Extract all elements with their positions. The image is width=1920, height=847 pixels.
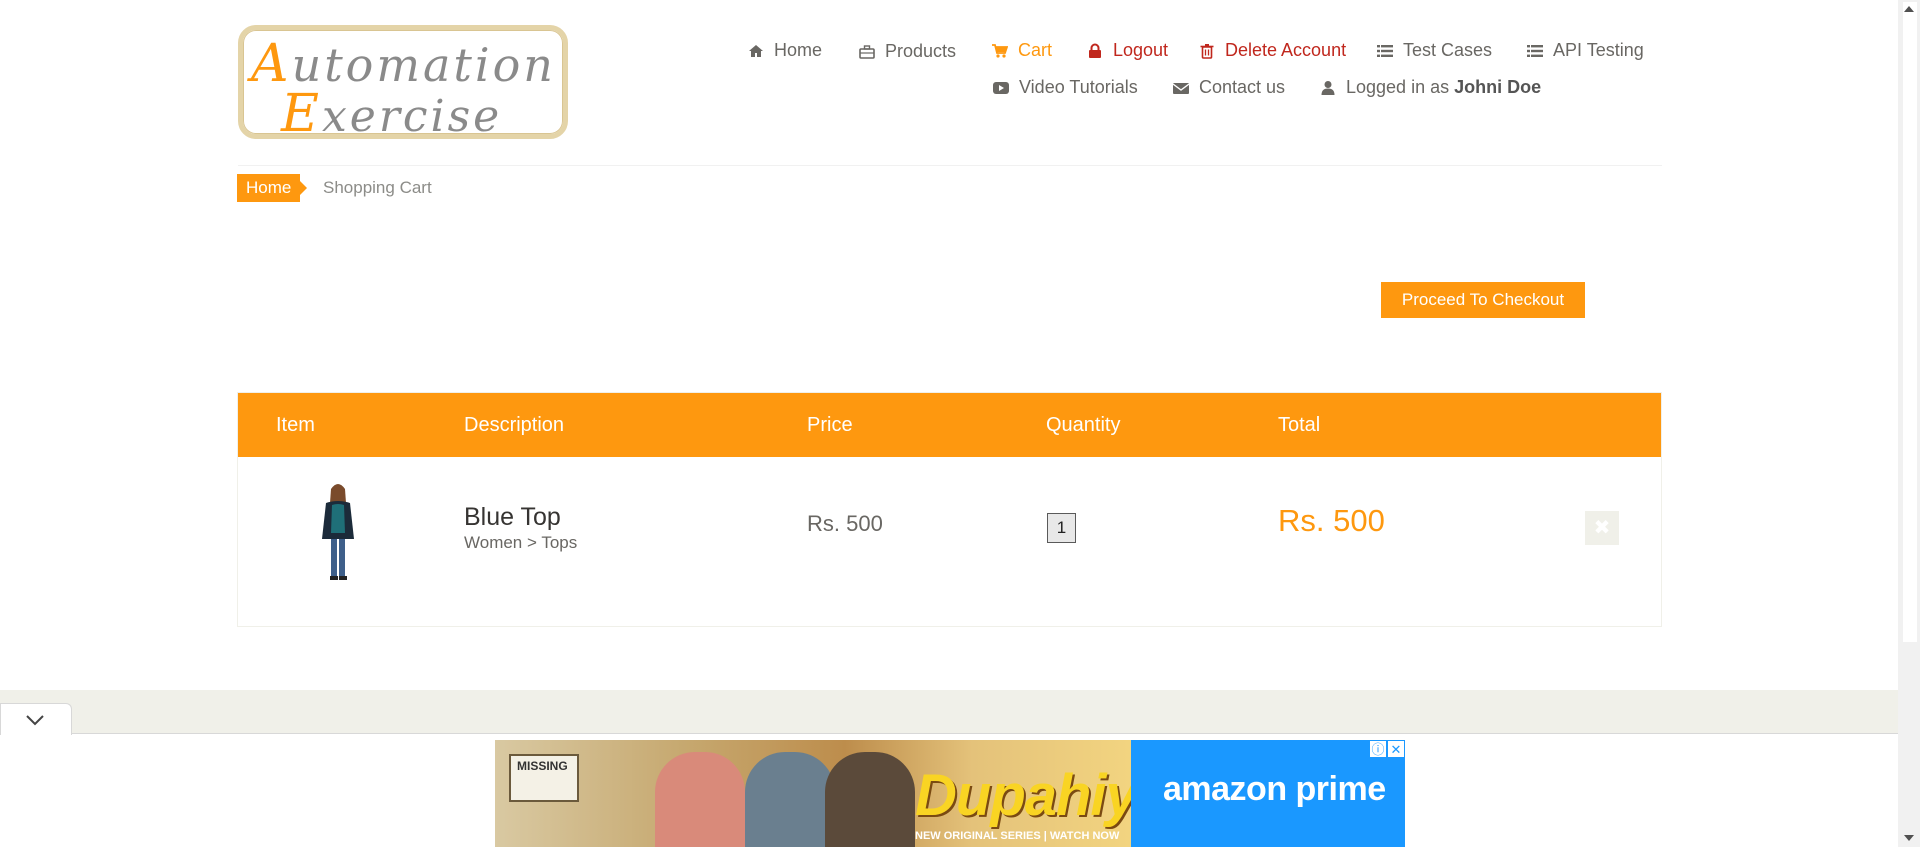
ad-figure-2: [745, 752, 835, 847]
nav-contact-us[interactable]: Contact us: [1173, 77, 1285, 98]
nav-video-tutorials-label: Video Tutorials: [1019, 77, 1138, 97]
list-icon: [1527, 44, 1543, 57]
nav-api-testing[interactable]: API Testing: [1527, 40, 1644, 61]
logged-in-username: Johni Doe: [1454, 77, 1542, 97]
ad-controls: ⓘ ✕: [1369, 740, 1405, 758]
nav-delete-account[interactable]: Delete Account: [1199, 40, 1346, 61]
home-icon: [749, 44, 763, 57]
trash-icon: [1200, 43, 1214, 59]
nav-products[interactable]: Products: [859, 41, 956, 62]
logged-in-prefix: Logged in as: [1346, 77, 1450, 97]
ad-close-icon[interactable]: ✕: [1387, 740, 1405, 758]
remove-item-button[interactable]: ✖: [1585, 511, 1619, 545]
advertisement-banner[interactable]: MISSING DupahiyA NEW ORIGINAL SERIES | W…: [495, 740, 1405, 847]
breadcrumb-home[interactable]: Home: [237, 174, 308, 202]
product-name[interactable]: Blue Top: [464, 503, 561, 532]
logged-in-status: Logged in as Johni Doe: [1320, 77, 1541, 98]
nav-logout[interactable]: Logout: [1087, 40, 1168, 61]
product-total: Rs. 500: [1278, 503, 1385, 538]
nav-cart[interactable]: Cart: [992, 40, 1052, 61]
ad-sign: MISSING: [509, 754, 579, 802]
product-price: Rs. 500: [807, 511, 883, 536]
ad-subtitle: NEW ORIGINAL SERIES | WATCH NOW: [915, 830, 1120, 842]
scrollbar-thumb[interactable]: [1903, 2, 1917, 642]
nav-delete-account-label: Delete Account: [1225, 40, 1347, 60]
nav-contact-us-label: Contact us: [1199, 77, 1286, 97]
header-total: Total: [1278, 414, 1321, 436]
logo-line-1: Automation: [251, 34, 556, 94]
footer-strip: [0, 690, 1898, 736]
youtube-icon: [993, 81, 1009, 94]
ad-collapse-button[interactable]: [0, 703, 72, 735]
briefcase-icon: [859, 44, 875, 59]
page-scrollbar[interactable]: [1898, 0, 1920, 847]
cart-table: Item Description Price Quantity Total Bl…: [237, 392, 1662, 627]
nav-video-tutorials[interactable]: Video Tutorials: [993, 77, 1138, 98]
lock-icon: [1089, 43, 1101, 58]
scroll-down-icon[interactable]: [1904, 835, 1914, 841]
scroll-up-icon[interactable]: [1904, 6, 1914, 12]
times-icon: ✖: [1593, 517, 1611, 539]
ad-brand: amazon prime: [1163, 770, 1386, 808]
list-icon: [1377, 44, 1393, 57]
product-image[interactable]: [308, 481, 368, 581]
header-quantity: Quantity: [1046, 414, 1121, 436]
ad-info-icon[interactable]: ⓘ: [1369, 740, 1387, 758]
nav-products-label: Products: [885, 41, 957, 61]
product-quantity: 1: [1047, 513, 1076, 543]
nav-home[interactable]: Home: [748, 40, 822, 61]
nav-logout-label: Logout: [1113, 40, 1169, 60]
envelope-icon: [1173, 82, 1189, 94]
ad-figure-3: [825, 752, 915, 847]
header-price: Price: [807, 414, 853, 436]
chevron-down-icon: [26, 715, 44, 726]
nav-test-cases[interactable]: Test Cases: [1377, 40, 1492, 61]
ad-figure-1: [655, 752, 745, 847]
ad-brand-panel: amazon prime ⓘ ✕: [1131, 740, 1405, 847]
nav-api-testing-label: API Testing: [1553, 40, 1644, 60]
logo-line-2: Exercise: [281, 84, 503, 144]
header-item: Item: [276, 414, 315, 436]
ad-artwork: MISSING DupahiyA NEW ORIGINAL SERIES | W…: [495, 740, 1179, 847]
nav-home-label: Home: [774, 40, 823, 60]
nav-test-cases-label: Test Cases: [1403, 40, 1493, 60]
breadcrumb-current: Shopping Cart: [323, 178, 432, 197]
user-icon: [1321, 80, 1335, 95]
cart-icon: [992, 43, 1008, 58]
proceed-to-checkout-button[interactable]: Proceed To Checkout: [1381, 282, 1585, 318]
header-divider: [238, 165, 1662, 166]
product-category: Women > Tops: [464, 533, 578, 552]
site-logo[interactable]: Automation Exercise: [238, 25, 568, 144]
header-description: Description: [464, 414, 565, 436]
nav-cart-label: Cart: [1018, 40, 1053, 60]
cart-table-header: Item Description Price Quantity Total: [238, 393, 1661, 457]
